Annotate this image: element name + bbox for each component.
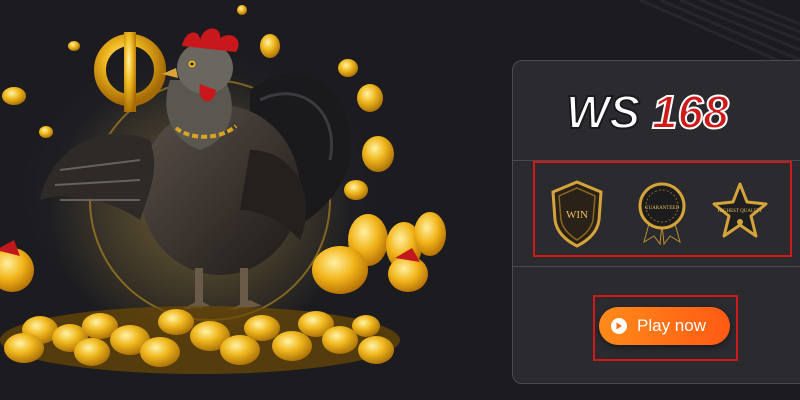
svg-text:WS: WS (566, 86, 640, 138)
play-now-button[interactable]: Play now (599, 307, 730, 345)
panel-divider-bottom (513, 266, 800, 267)
svg-text:168: 168 (652, 86, 729, 138)
guarantee-seal-icon: GUARANTEED (638, 182, 686, 246)
ws168-logo: WS 168 (565, 85, 730, 139)
badge-quality-text: HIGHEST QUALITY (718, 209, 763, 214)
play-now-label: Play now (637, 316, 706, 335)
coin-pile (0, 306, 400, 374)
win-shield-icon: WIN (551, 180, 603, 248)
play-circle-icon (611, 318, 627, 334)
rooster-hero-illustration (0, 5, 446, 374)
highest-quality-star-icon: HIGHEST QUALITY (712, 182, 768, 238)
badge-guaranteed-text: GUARANTEED (645, 206, 680, 211)
badge-win-text: WIN (566, 209, 588, 221)
gift-ornament (0, 240, 34, 292)
